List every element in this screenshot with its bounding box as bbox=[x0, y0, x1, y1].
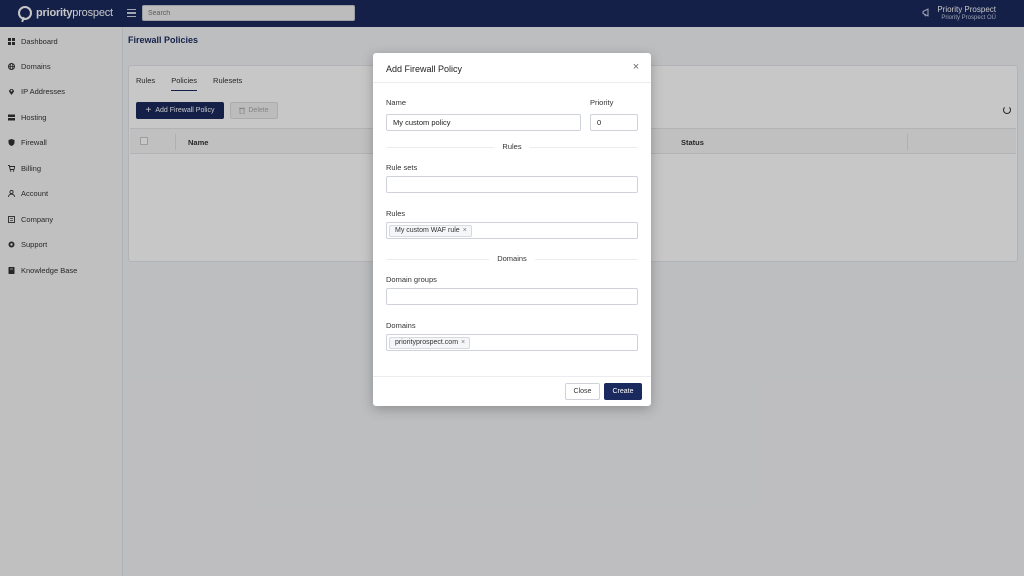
rules-section-divider: Rules bbox=[386, 142, 638, 152]
name-input[interactable]: My custom policy bbox=[386, 114, 581, 131]
rules-label: Rules bbox=[386, 209, 406, 218]
remove-chip-icon[interactable]: × bbox=[463, 227, 467, 234]
name-label: Name bbox=[386, 98, 407, 107]
close-button[interactable]: Close bbox=[565, 383, 600, 400]
rules-section-title: Rules bbox=[494, 142, 530, 151]
domain-groups-select[interactable] bbox=[386, 288, 638, 305]
divider bbox=[373, 82, 651, 83]
remove-chip-icon[interactable]: × bbox=[461, 339, 465, 346]
divider bbox=[373, 376, 651, 377]
domain-chip: priorityprospect.com × bbox=[389, 336, 471, 349]
priority-input[interactable]: 0 bbox=[590, 114, 638, 131]
rule-sets-select[interactable] bbox=[386, 176, 638, 193]
dialog-title: Add Firewall Policy bbox=[386, 64, 463, 74]
rules-select[interactable]: My custom WAF rule × bbox=[386, 222, 638, 239]
rule-chip: My custom WAF rule × bbox=[389, 224, 472, 237]
domains-select[interactable]: priorityprospect.com × bbox=[386, 334, 638, 351]
domains-section-divider: Domains bbox=[386, 254, 638, 264]
priority-label: Priority bbox=[590, 98, 614, 107]
add-firewall-policy-dialog: Add Firewall Policy × Name Priority My c… bbox=[373, 53, 651, 406]
domain-groups-label: Domain groups bbox=[386, 275, 437, 284]
domains-label: Domains bbox=[386, 321, 416, 330]
domains-section-title: Domains bbox=[489, 254, 535, 263]
rule-sets-label: Rule sets bbox=[386, 163, 418, 172]
create-button[interactable]: Create bbox=[604, 383, 642, 400]
close-icon[interactable]: × bbox=[631, 62, 641, 73]
